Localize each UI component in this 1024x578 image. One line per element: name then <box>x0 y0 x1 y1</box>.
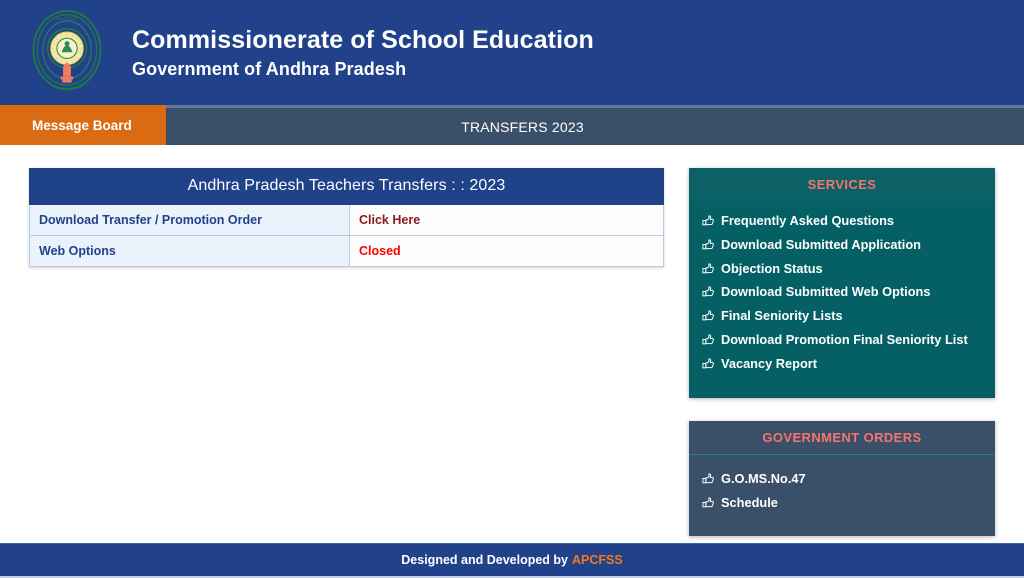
list-item[interactable]: Download Submitted Web Options <box>689 280 995 304</box>
list-item[interactable]: G.O.MS.No.47 <box>689 467 995 491</box>
services-item-link[interactable]: Frequently Asked Questions <box>721 211 894 231</box>
pointing-hand-icon <box>701 262 715 276</box>
pointing-hand-icon <box>701 309 715 323</box>
list-item[interactable]: Final Seniority Lists <box>689 304 995 328</box>
tab-transfers-2023[interactable]: TRANSFERS 2023 <box>166 108 1024 145</box>
government-orders-panel: GOVERNMENT ORDERS G.O.MS.No.47 Schedule <box>689 420 995 537</box>
content-left-column: Andhra Pradesh Teachers Transfers : : 20… <box>29 168 664 267</box>
government-orders-list: G.O.MS.No.47 Schedule <box>689 467 995 515</box>
services-item-link[interactable]: Objection Status <box>721 259 823 279</box>
page-subtitle: Government of Andhra Pradesh <box>132 58 407 79</box>
table-row: Web Options Closed <box>29 235 664 267</box>
main-nav: Message Board TRANSFERS 2023 <box>0 105 1024 145</box>
list-item[interactable]: Frequently Asked Questions <box>689 209 995 233</box>
page-root: ఆంధ్ర ప్రదేశ్ Commissionerate of School … <box>0 0 1024 578</box>
footer-brand-link[interactable]: APCFSS <box>572 553 623 567</box>
government-orders-panel-body: G.O.MS.No.47 Schedule <box>689 454 995 537</box>
header-titles: Commissionerate of School Education Gove… <box>132 26 594 79</box>
pointing-hand-icon <box>701 496 715 510</box>
table-row: Download Transfer / Promotion Order Clic… <box>29 204 664 236</box>
list-item[interactable]: Objection Status <box>689 257 995 281</box>
content-right-column: SERVICES Frequently Asked Questions Down… <box>689 168 995 559</box>
table-caption: Andhra Pradesh Teachers Transfers : : 20… <box>29 168 664 205</box>
pointing-hand-icon <box>701 238 715 252</box>
pointing-hand-icon <box>701 214 715 228</box>
pointing-hand-icon <box>701 472 715 486</box>
government-order-link[interactable]: G.O.MS.No.47 <box>721 469 806 489</box>
transfers-info-table: Andhra Pradesh Teachers Transfers : : 20… <box>29 168 664 267</box>
services-item-link[interactable]: Download Submitted Web Options <box>721 282 930 302</box>
list-item[interactable]: Download Submitted Application <box>689 233 995 257</box>
services-item-link[interactable]: Download Promotion Final Seniority List <box>721 330 968 350</box>
pointing-hand-icon <box>701 333 715 347</box>
footer-text: Designed and Developed by <box>401 553 568 567</box>
tab-message-board[interactable]: Message Board <box>0 105 166 145</box>
pointing-hand-icon <box>701 285 715 299</box>
content-area: Andhra Pradesh Teachers Transfers : : 20… <box>0 145 1024 578</box>
table-header-row: Andhra Pradesh Teachers Transfers : : 20… <box>29 168 664 205</box>
row-value-web-options: Closed <box>349 235 664 267</box>
services-item-link[interactable]: Final Seniority Lists <box>721 306 843 326</box>
row-label-web-options: Web Options <box>29 235 350 267</box>
status-badge-closed: Closed <box>359 244 401 258</box>
services-panel-body: Frequently Asked Questions Download Subm… <box>689 201 995 398</box>
services-item-link[interactable]: Download Submitted Application <box>721 235 921 255</box>
site-footer: Designed and Developed by APCFSS <box>0 543 1024 578</box>
row-value-download-order: Click Here <box>349 204 664 236</box>
pointing-hand-icon <box>701 357 715 371</box>
services-panel-title: SERVICES <box>689 168 995 201</box>
services-list: Frequently Asked Questions Download Subm… <box>689 209 995 376</box>
list-item[interactable]: Schedule <box>689 491 995 515</box>
click-here-link[interactable]: Click Here <box>359 213 420 227</box>
government-order-link[interactable]: Schedule <box>721 493 778 513</box>
list-item[interactable]: Download Promotion Final Seniority List <box>689 328 995 352</box>
row-label-download-order: Download Transfer / Promotion Order <box>29 204 350 236</box>
page-title: Commissionerate of School Education <box>132 25 594 54</box>
list-item[interactable]: Vacancy Report <box>689 352 995 376</box>
services-item-link[interactable]: Vacancy Report <box>721 354 817 374</box>
government-orders-panel-title: GOVERNMENT ORDERS <box>689 420 995 455</box>
svg-text:ఆంధ్ర ప్రదేశ్: ఆంధ్ర ప్రదేశ్ <box>56 15 79 22</box>
services-panel: SERVICES Frequently Asked Questions Down… <box>689 168 995 398</box>
site-header: ఆంధ్ర ప్రదేశ్ Commissionerate of School … <box>0 0 1024 105</box>
andhra-pradesh-government-emblem-icon: ఆంధ్ర ప్రదేశ్ <box>32 9 102 90</box>
